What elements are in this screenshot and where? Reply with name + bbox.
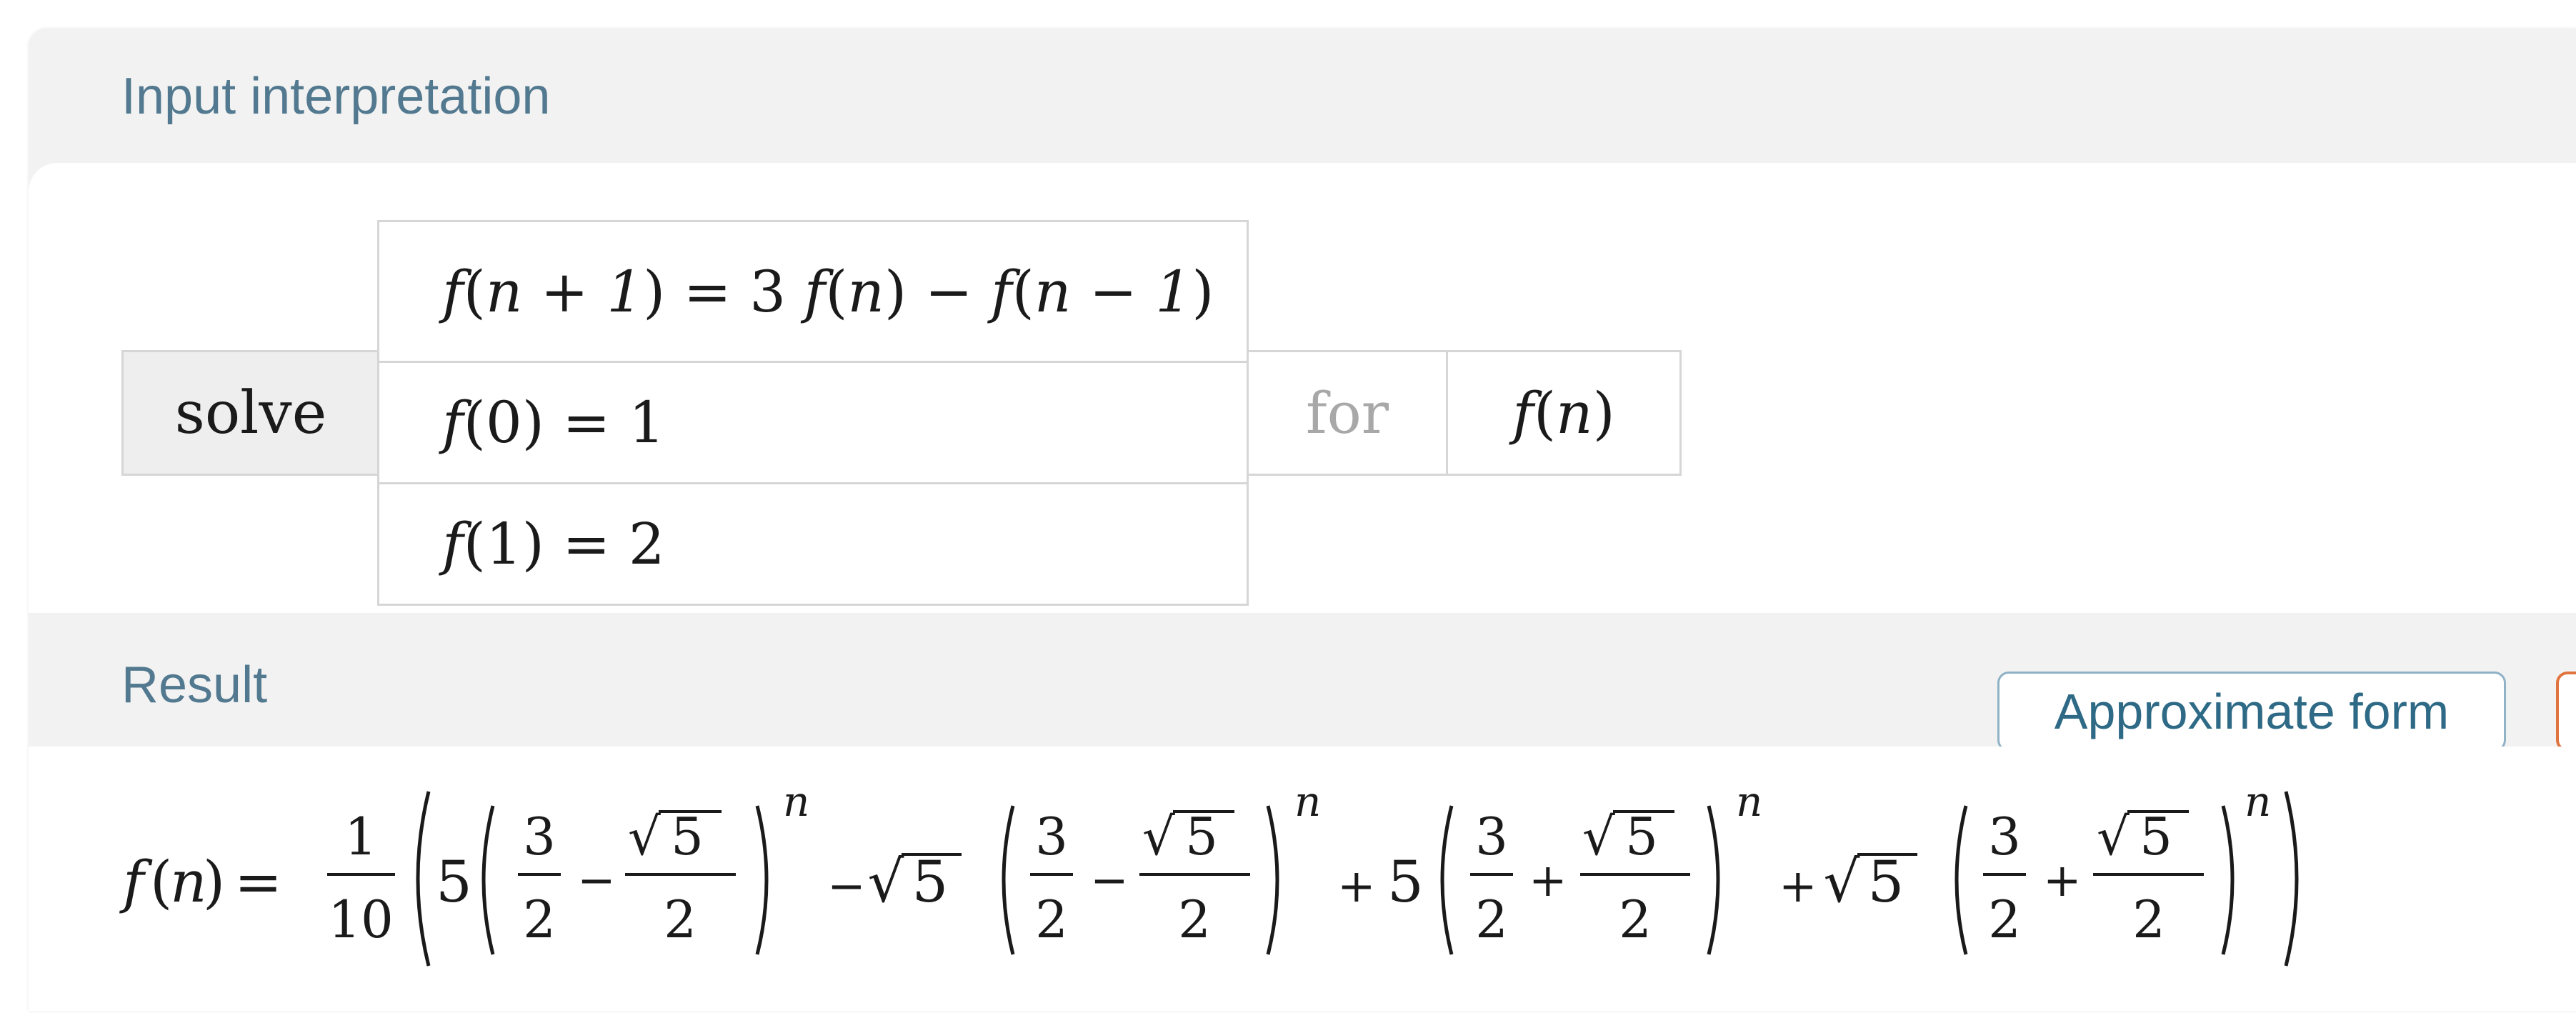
term4-plus: + [2043,854,2082,907]
term1-three: 3 [523,807,556,867]
term1-close-paren [755,805,769,955]
term2-three: 3 [1035,807,1068,867]
term3-five: 5 [1625,807,1658,867]
term4-two-b: 2 [2132,889,2165,949]
term2-five: 5 [1185,807,1218,867]
term2-two-b: 2 [1178,889,1211,949]
formula-frac-den: 10 [328,889,394,949]
term2-open-paren [1002,805,1015,955]
term2-sqrt-sign-b: √ [1142,807,1175,867]
term4-exponent: n [2245,777,2271,826]
term4-three: 3 [1988,807,2021,867]
result-formula: f ( n ) = 1 10 5 3 2 − √ 5 2 n − √ 5 3 2… [119,777,2299,967]
term3-plus: + [1529,854,1567,907]
formula-lhs-close: ) [203,849,225,915]
term1-minus: − [577,854,616,907]
term2-two-a: 2 [1035,889,1068,949]
formula-equals: = [234,849,282,915]
formula-outer-close-paren [2284,791,2299,967]
term4-five: 5 [2140,807,2172,867]
term3-exponent: n [1736,777,1762,826]
term2-sqrt-sign: √ [868,849,904,915]
formula-lhs-open: ( [150,849,172,915]
formula-lhs-f: f [119,849,153,915]
term3-two-b: 2 [1619,889,1652,949]
term4-sqrt-sign-b: √ [2097,807,2130,867]
term1-sqrt-sign: √ [628,807,661,867]
term1-two-a: 2 [523,889,556,949]
term4-sqrt-sign: √ [1824,849,1860,915]
term4-open-paren [1955,805,1968,955]
formula-frac-num: 1 [344,807,377,867]
term4-close-paren [2221,805,2235,955]
page: Input interpretation solve f (n + 1) = 3… [0,0,2576,1033]
term4-coef-five: 5 [1868,849,1904,915]
term3-coef: 5 [1387,849,1424,915]
formula-outer-open-paren [416,791,431,967]
term2-minus: − [1090,854,1129,907]
term3-sqrt-sign: √ [1582,807,1615,867]
op3-plus: + [1779,860,1817,913]
term2-coef-five: 5 [912,849,949,915]
term1-two-b: 2 [664,889,697,949]
term1-coef: 5 [436,849,472,915]
term1-five: 5 [671,807,704,867]
term3-three: 3 [1475,807,1508,867]
term2-exponent: n [1294,777,1321,826]
op2-plus: + [1337,860,1376,913]
formula-lhs-n: n [170,849,207,915]
term1-exponent: n [783,777,809,826]
term1-open-paren [481,805,495,955]
term3-open-paren [1440,805,1454,955]
term2-close-paren [1266,805,1279,955]
term3-close-paren [1707,805,1720,955]
term3-two-a: 2 [1475,889,1508,949]
term4-two-a: 2 [1988,889,2021,949]
op1-minus: − [827,860,866,913]
